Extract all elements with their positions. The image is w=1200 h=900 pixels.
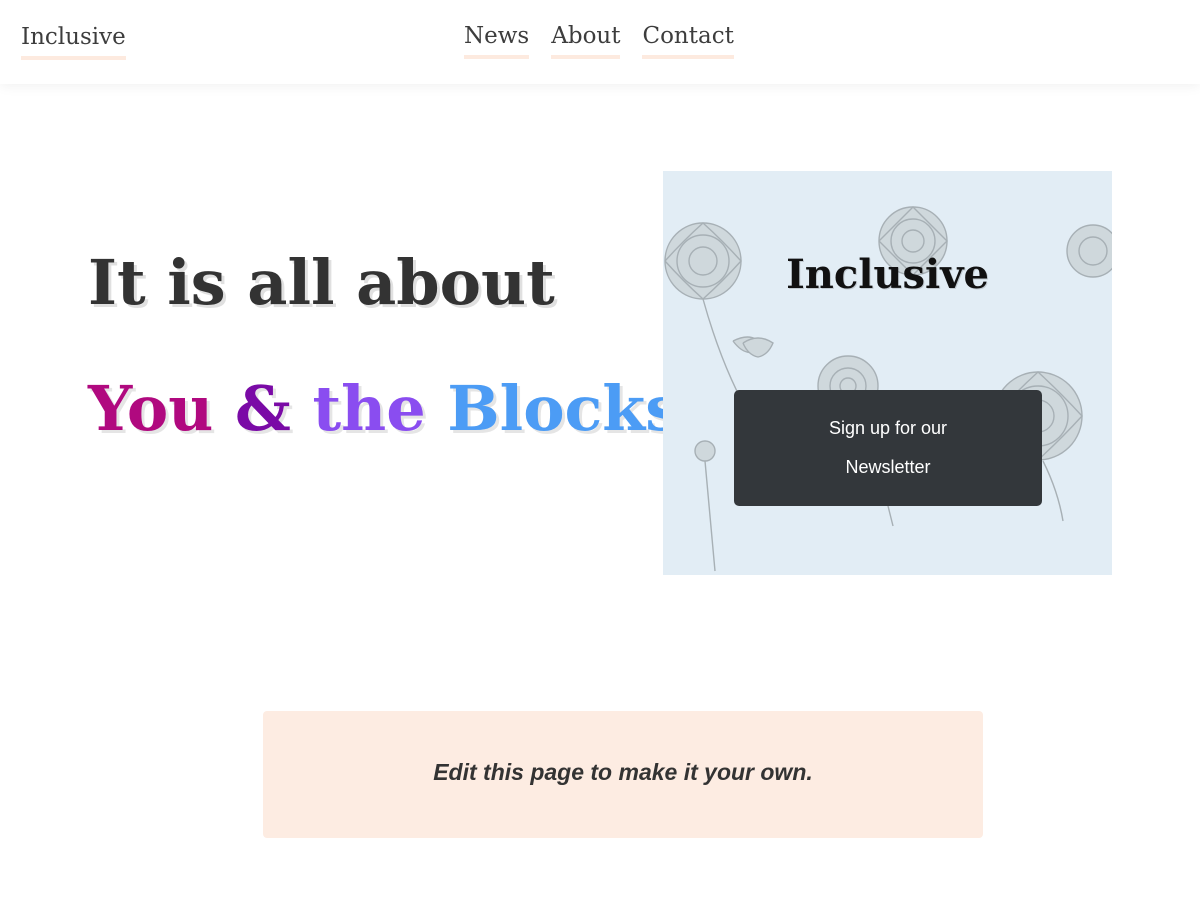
- nav-link-contact[interactable]: Contact: [642, 23, 734, 59]
- site-title-link[interactable]: Inclusive: [21, 24, 126, 60]
- hero-subheading: You & the Blocks: [88, 372, 680, 445]
- newsletter-card: Inclusive Sign up for our Newsletter: [663, 171, 1112, 575]
- hero-heading: It is all about: [88, 246, 555, 319]
- nav-link-news[interactable]: News: [464, 23, 530, 59]
- site-header: Inclusive News About Contact: [0, 0, 1200, 84]
- hero-word-the: the: [312, 372, 426, 445]
- card-title: Inclusive: [786, 251, 989, 298]
- floral-background-illustration: [664, 206, 1112, 572]
- hero-word-you: You: [88, 372, 214, 445]
- hero-word-ampersand: &: [234, 372, 291, 445]
- nav-link-about[interactable]: About: [551, 23, 621, 59]
- newsletter-signup-button[interactable]: Sign up for our Newsletter: [734, 390, 1042, 506]
- hero-word-blocks: Blocks: [447, 372, 681, 445]
- edit-notice: Edit this page to make it your own.: [263, 711, 983, 838]
- edit-notice-text: Edit this page to make it your own.: [433, 759, 813, 785]
- main-navigation: News About Contact: [464, 23, 734, 59]
